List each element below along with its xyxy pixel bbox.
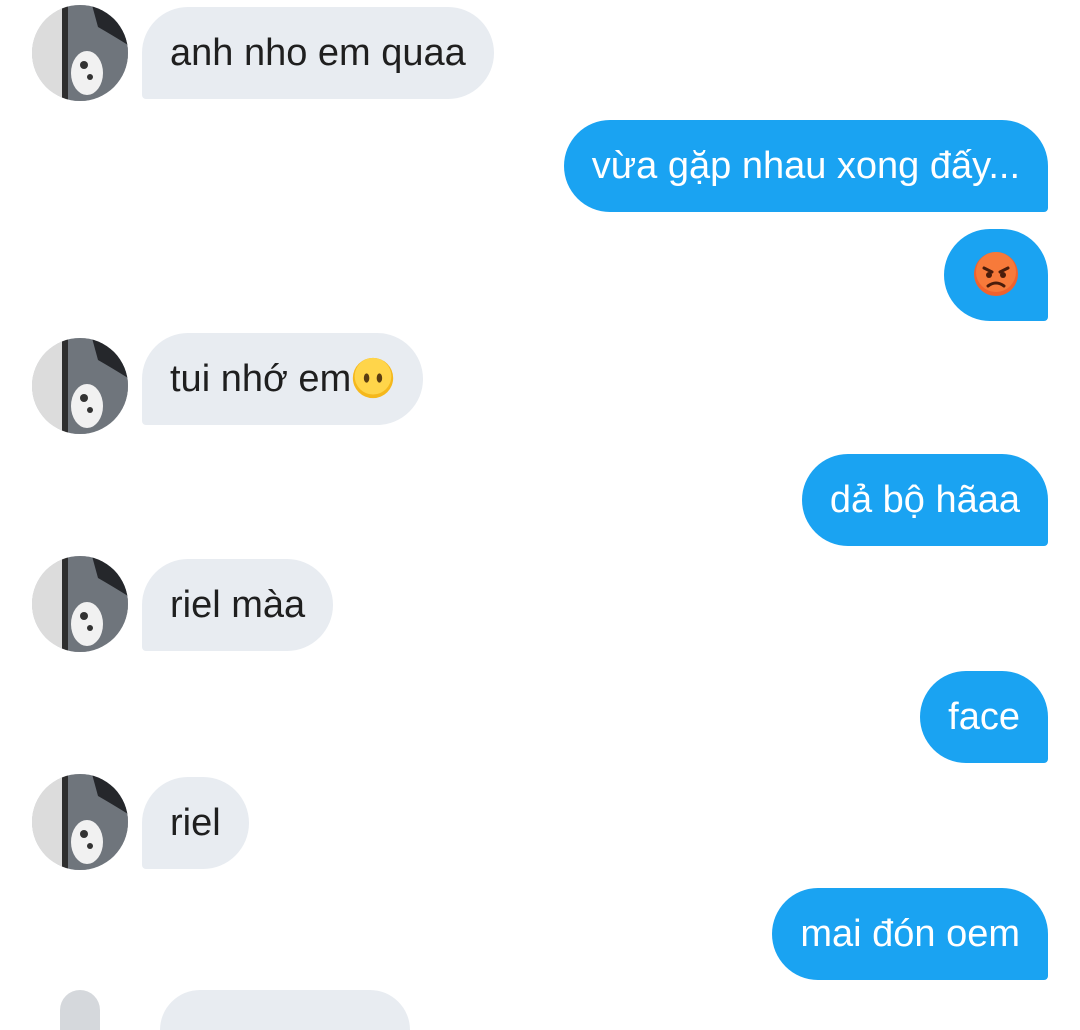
- message-text: anh nho em quaa: [170, 32, 466, 74]
- avatar[interactable]: [32, 5, 128, 101]
- avatar-photo-icon: [32, 338, 128, 434]
- message-text: riel: [170, 802, 221, 844]
- message-bubble-outgoing[interactable]: mai đón oem: [772, 888, 1048, 980]
- message-bubble-outgoing[interactable]: vừa gặp nhau xong đấy...: [563, 120, 1048, 212]
- avatar[interactable]: [32, 338, 128, 434]
- message-bubble-outgoing[interactable]: face: [920, 671, 1048, 763]
- face-without-mouth-icon: [353, 357, 394, 399]
- message-text: riel màa: [170, 584, 306, 626]
- angry-face-icon: [974, 251, 1018, 296]
- avatar[interactable]: [32, 774, 128, 870]
- message-bubble-outgoing[interactable]: dả bộ hãaa: [801, 454, 1048, 546]
- chat-thread: anh nho em quaa vừa gặp nhau xong đấy...: [0, 0, 1080, 1030]
- avatar-photo-icon: [32, 774, 128, 870]
- message-bubble-incoming[interactable]: anh nho em quaa: [142, 7, 494, 99]
- avatar-photo-icon: [32, 5, 128, 101]
- message-bubble-incoming[interactable]: riel: [142, 777, 249, 869]
- message-text: face: [948, 696, 1020, 738]
- message-bubble-incoming[interactable]: tui nhớ em: [142, 333, 424, 425]
- message-text: dả bộ hãaa: [829, 479, 1020, 521]
- message-bubble-partial: [160, 990, 410, 1030]
- avatar[interactable]: [32, 556, 128, 652]
- message-bubble-outgoing[interactable]: [944, 229, 1048, 321]
- message-text: vừa gặp nhau xong đấy...: [591, 145, 1020, 187]
- message-bubble-incoming[interactable]: riel màa: [142, 559, 334, 651]
- avatar-photo-icon: [32, 556, 128, 652]
- message-text: tui nhớ em: [170, 358, 352, 400]
- avatar-partial: [60, 990, 100, 1030]
- message-text: mai đón oem: [800, 913, 1020, 955]
